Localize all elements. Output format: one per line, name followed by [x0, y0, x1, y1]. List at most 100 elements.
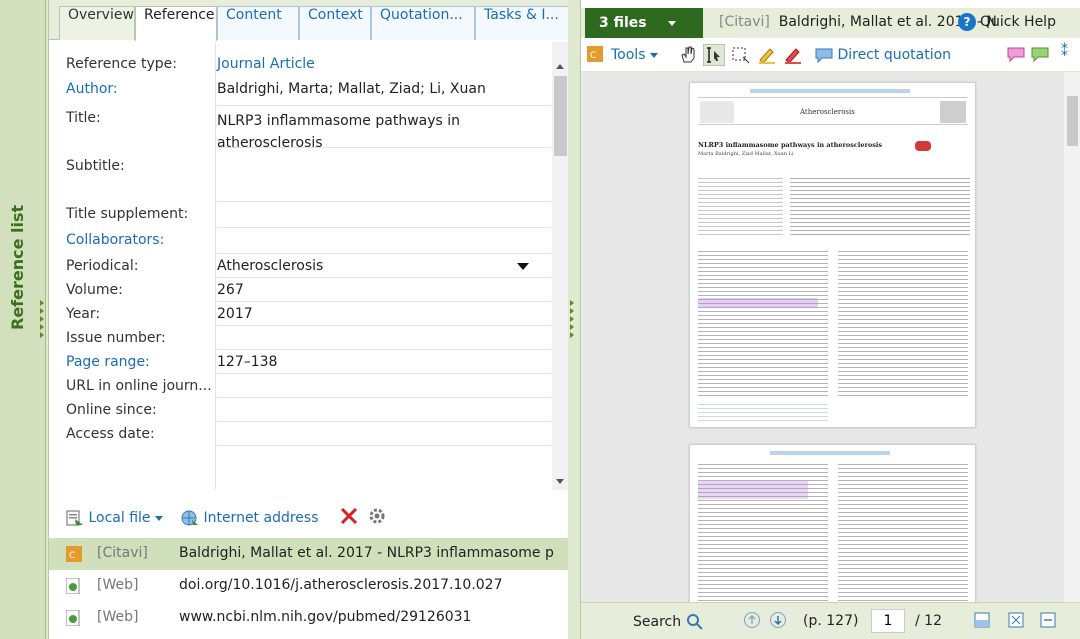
- hand-tool-icon[interactable]: [678, 45, 698, 69]
- tab-context[interactable]: Context: [299, 6, 371, 40]
- summary-green-icon[interactable]: [1031, 46, 1049, 66]
- location-tag: [Citavi]: [97, 545, 148, 561]
- access-date-input[interactable]: [217, 422, 551, 446]
- field-label: Issue number:: [66, 330, 166, 346]
- tools-label: Tools: [611, 47, 646, 63]
- tab-reference[interactable]: Reference: [135, 6, 217, 41]
- location-item[interactable]: C [Citavi] Baldrighi, Mallat et al. 2017…: [49, 538, 569, 570]
- field-label: Subtitle:: [66, 158, 125, 174]
- chevron-down-icon[interactable]: [667, 20, 676, 26]
- scroll-thumb[interactable]: [1067, 96, 1078, 146]
- delete-location-button[interactable]: [339, 506, 359, 530]
- reference-list-title: Reference list: [8, 204, 27, 330]
- direct-quotation-button[interactable]: Direct quotation: [815, 47, 951, 63]
- field-subtitle: Subtitle:: [49, 148, 551, 202]
- tab-content[interactable]: Content: [217, 6, 299, 40]
- delete-icon: [340, 507, 358, 525]
- fit-page-icon[interactable]: [1007, 611, 1025, 633]
- location-settings-button[interactable]: [367, 506, 387, 530]
- comment-pink-icon[interactable]: [1007, 46, 1025, 66]
- field-page-range: Page range: 127–138: [49, 350, 551, 374]
- volume-input[interactable]: 267: [217, 278, 551, 302]
- page-number-input[interactable]: 1: [871, 609, 905, 633]
- issue-number-input[interactable]: [217, 326, 551, 350]
- field-year: Year: 2017: [49, 302, 551, 326]
- location-tag: [Web]: [97, 577, 139, 593]
- more-tools-icon[interactable]: ⁑: [1061, 44, 1068, 60]
- svg-text:C: C: [590, 51, 596, 61]
- url-input[interactable]: [217, 374, 551, 398]
- field-label: Volume:: [66, 282, 123, 298]
- title-input[interactable]: NLRP3 inflammasome pathways in atheroscl…: [217, 110, 551, 148]
- arrow-up-icon: [744, 612, 760, 628]
- author-link[interactable]: Author:: [66, 81, 118, 97]
- text-select-tool-icon[interactable]: [702, 43, 726, 70]
- preview-title-tag: [Citavi]: [719, 14, 770, 30]
- splitter-handle-left[interactable]: [40, 300, 46, 340]
- pdf-page: Atherosclerosis NLRP3 inflammasome pathw…: [689, 82, 976, 428]
- tools-menu[interactable]: Tools: [611, 47, 658, 63]
- location-name: www.ncbi.nlm.nih.gov/pubmed/29126031: [179, 609, 472, 625]
- location-name: doi.org/10.1016/j.atherosclerosis.2017.1…: [179, 577, 503, 593]
- chevron-down-icon[interactable]: [154, 515, 163, 521]
- periodical-select[interactable]: Atherosclerosis: [217, 254, 551, 278]
- scroll-up-icon[interactable]: [556, 64, 564, 69]
- location-item[interactable]: [Web] doi.org/10.1016/j.atherosclerosis.…: [49, 570, 569, 602]
- page-total: / 12: [915, 613, 942, 629]
- page-label: (p. 127): [803, 613, 859, 629]
- next-page-button[interactable]: [770, 612, 786, 628]
- files-dropdown[interactable]: 3 files: [585, 8, 703, 38]
- tab-overview[interactable]: Overview: [59, 6, 135, 40]
- collaborators-link[interactable]: Collaborators:: [66, 232, 164, 248]
- title-supplement-input[interactable]: [217, 202, 551, 228]
- reference-list-strip[interactable]: Reference list: [0, 0, 46, 639]
- location-tag: [Web]: [97, 609, 139, 625]
- pdf-viewer[interactable]: Atherosclerosis NLRP3 inflammasome pathw…: [581, 72, 1064, 602]
- gear-icon: [369, 508, 385, 524]
- reference-fields: Reference type: Journal Article Author: …: [49, 42, 551, 490]
- quick-help-button[interactable]: ? Quick Help: [958, 13, 1056, 31]
- arrow-down-icon: [770, 612, 786, 628]
- preview-toolbar: C Tools Direct quotation ⁑: [581, 40, 1080, 72]
- reference-type-value[interactable]: Journal Article: [217, 56, 551, 72]
- fit-width-icon[interactable]: [973, 611, 991, 633]
- search-button[interactable]: Search: [633, 613, 704, 631]
- title-line-2: atherosclerosis: [217, 135, 323, 148]
- field-reference-type: Reference type: Journal Article: [49, 56, 551, 78]
- page-range-input[interactable]: 127–138: [217, 350, 551, 374]
- collaborators-input[interactable]: [217, 228, 551, 254]
- field-label: Title supplement:: [66, 206, 189, 222]
- tab-tasks[interactable]: Tasks & I...: [475, 6, 569, 40]
- scroll-down-icon[interactable]: [556, 479, 564, 484]
- preview-pane: 3 files [Citavi] Baldrighi, Mallat et al…: [580, 0, 1080, 639]
- splitter-handle-right[interactable]: [570, 300, 576, 340]
- page-range-link[interactable]: Page range:: [66, 354, 150, 370]
- field-url: URL in online journ...: [49, 374, 551, 398]
- subtitle-input[interactable]: [217, 148, 551, 202]
- zoom-out-icon[interactable]: [1039, 611, 1057, 633]
- local-file-button[interactable]: Local file: [66, 510, 163, 526]
- viewer-footer: Search (p. 127) 1 / 12: [581, 602, 1080, 639]
- scroll-thumb[interactable]: [554, 76, 567, 156]
- year-input[interactable]: 2017: [217, 302, 551, 326]
- viewer-scrollbar[interactable]: [1064, 72, 1080, 602]
- field-label: Access date:: [66, 426, 155, 442]
- internet-address-label: Internet address: [203, 510, 319, 526]
- pane-splitter[interactable]: [568, 0, 580, 639]
- chevron-down-icon[interactable]: [649, 52, 658, 58]
- internet-address-button[interactable]: Internet address: [181, 510, 319, 526]
- editor-tabs: Overview Reference Content Context Quota…: [49, 0, 569, 41]
- field-label: Reference type:: [66, 56, 177, 72]
- dropdown-arrow-icon[interactable]: [517, 263, 529, 270]
- area-select-tool-icon[interactable]: [731, 45, 751, 69]
- previous-page-button[interactable]: [744, 612, 760, 628]
- highlight-red-icon[interactable]: [783, 45, 803, 69]
- title-line-1: NLRP3 inflammasome pathways in: [217, 113, 461, 129]
- fields-scrollbar[interactable]: [552, 42, 569, 490]
- tab-quotations[interactable]: Quotation...: [371, 6, 475, 40]
- online-since-input[interactable]: [217, 398, 551, 422]
- locations-toolbar: Local file Internet address: [49, 500, 569, 538]
- highlight-yellow-icon[interactable]: [757, 45, 777, 69]
- location-item[interactable]: [Web] www.ncbi.nlm.nih.gov/pubmed/291260…: [49, 602, 569, 634]
- author-input[interactable]: Baldrighi, Marta; Mallat, Ziad; Li, Xuan: [217, 81, 551, 106]
